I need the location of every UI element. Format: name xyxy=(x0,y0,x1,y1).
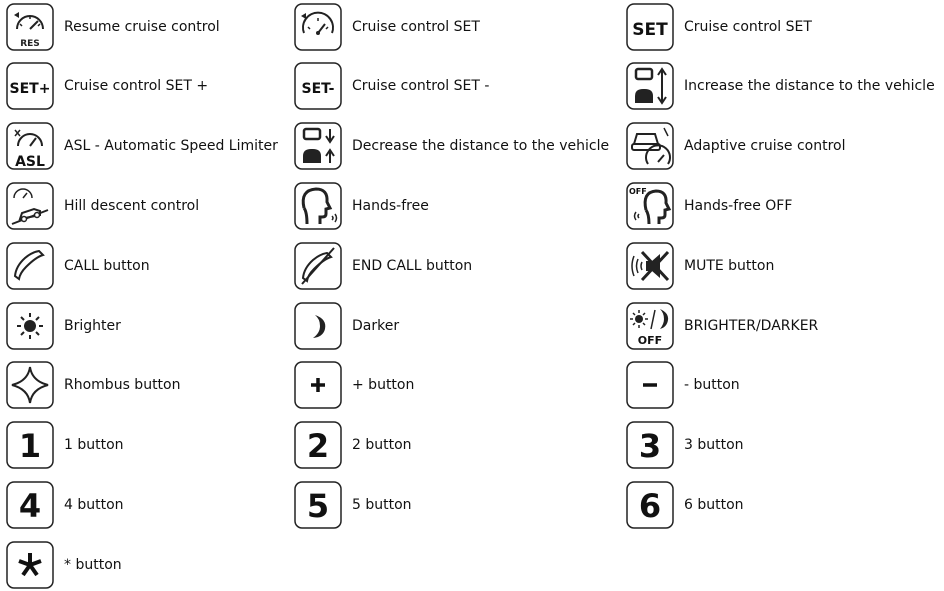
svg-text:OFF: OFF xyxy=(629,187,647,196)
svg-text:5: 5 xyxy=(307,487,329,525)
legend-label: Decrease the distance to the vehicle xyxy=(352,138,610,154)
adaptive-cruise-icon xyxy=(626,122,674,170)
set-minus-icon: SET- xyxy=(294,62,342,110)
legend-label: Increase the distance to the vehicle xyxy=(684,78,935,94)
set-text-icon: SET xyxy=(626,3,674,51)
svg-text:SET-: SET- xyxy=(302,81,335,97)
legend-label: Cruise control SET + xyxy=(64,78,209,94)
svg-text:2: 2 xyxy=(307,427,329,465)
call-icon xyxy=(6,242,54,290)
minus-icon xyxy=(626,361,674,409)
legend-label: END CALL button xyxy=(352,258,473,274)
hands-free-off-icon: OFF xyxy=(626,182,674,230)
legend-label: 3 button xyxy=(684,437,744,453)
legend-label: Resume cruise control xyxy=(64,19,220,35)
svg-text:6: 6 xyxy=(639,487,661,525)
legend-label: Adaptive cruise control xyxy=(684,138,846,154)
hands-free-icon xyxy=(294,182,342,230)
set-plus-icon: SET+ xyxy=(6,62,54,110)
legend-label: 4 button xyxy=(64,497,124,513)
legend-label: Hands-free OFF xyxy=(684,198,793,214)
legend-label: 2 button xyxy=(352,437,412,453)
hill-descent-icon xyxy=(6,182,54,230)
legend-label: BRIGHTER/DARKER xyxy=(684,318,819,334)
legend-label: * button xyxy=(64,557,122,573)
darker-icon xyxy=(294,302,342,350)
svg-text:SET: SET xyxy=(632,20,668,40)
legend-label: Cruise control SET xyxy=(352,19,480,35)
digit-3-icon: 3 xyxy=(626,421,674,469)
digit-2-icon: 2 xyxy=(294,421,342,469)
legend-label: - button xyxy=(684,377,740,393)
digit-6-icon: 6 xyxy=(626,481,674,529)
rhombus-icon xyxy=(6,361,54,409)
legend-label: MUTE button xyxy=(684,258,775,274)
digit-5-icon: 5 xyxy=(294,481,342,529)
legend-label: + button xyxy=(352,377,415,393)
svg-text:1: 1 xyxy=(19,427,41,465)
legend-label: Cruise control SET - xyxy=(352,78,490,94)
asl-icon: ASL xyxy=(6,122,54,170)
legend-label: 6 button xyxy=(684,497,744,513)
decrease-distance-icon xyxy=(294,122,342,170)
mute-icon xyxy=(626,242,674,290)
cruise-set-gauge-icon xyxy=(294,3,342,51)
asterisk-icon xyxy=(6,541,54,589)
svg-text:4: 4 xyxy=(19,487,41,525)
svg-text:SET+: SET+ xyxy=(10,81,51,97)
legend-label: Darker xyxy=(352,318,400,334)
end-call-icon xyxy=(294,242,342,290)
legend-label: Cruise control SET xyxy=(684,19,812,35)
digit-1-icon: 1 xyxy=(6,421,54,469)
resume-cruise-icon: RES xyxy=(6,3,54,51)
svg-text:ASL: ASL xyxy=(15,154,45,170)
plus-icon xyxy=(294,361,342,409)
brighter-icon xyxy=(6,302,54,350)
brighter-darker-off-icon: OFF xyxy=(626,302,674,350)
legend-label: Rhombus button xyxy=(64,377,181,393)
legend-label: ASL - Automatic Speed Limiter xyxy=(64,138,278,154)
legend-label: Hands-free xyxy=(352,198,429,214)
legend-label: Hill descent control xyxy=(64,198,200,214)
legend-label: Brighter xyxy=(64,318,121,334)
svg-text:3: 3 xyxy=(639,427,661,465)
svg-text:OFF: OFF xyxy=(638,334,662,347)
legend-label: 5 button xyxy=(352,497,412,513)
svg-text:RES: RES xyxy=(20,39,40,49)
legend-label: 1 button xyxy=(64,437,124,453)
increase-distance-icon xyxy=(626,62,674,110)
legend-label: CALL button xyxy=(64,258,150,274)
digit-4-icon: 4 xyxy=(6,481,54,529)
